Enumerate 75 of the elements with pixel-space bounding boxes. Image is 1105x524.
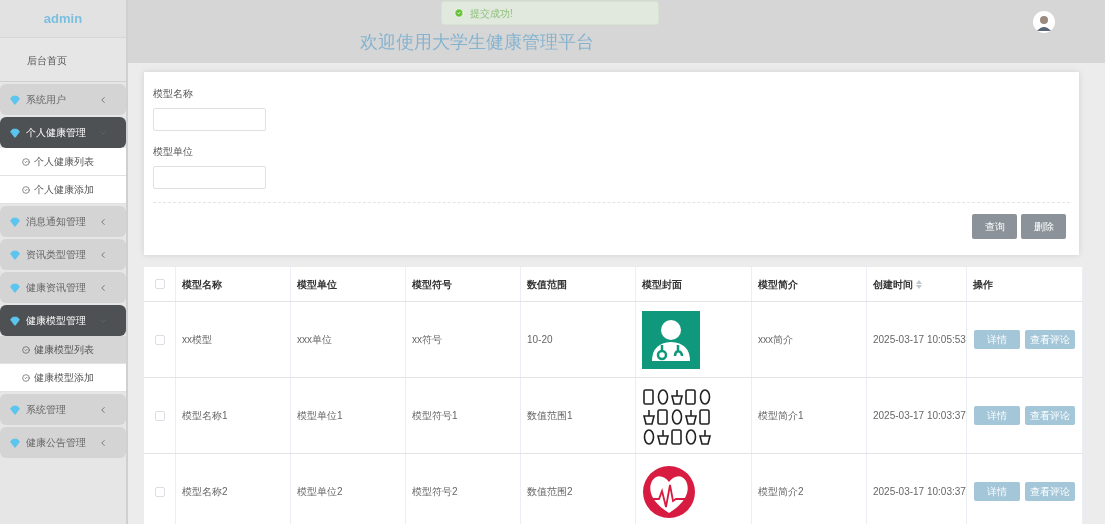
toast-message: 提交成功!: [470, 6, 513, 21]
table-cell-text: 模型单位1: [297, 409, 343, 423]
chevron-left-icon: [98, 282, 108, 293]
table-cell-text: 模型单位2: [297, 485, 343, 499]
table-cell-text: 模型符号2: [412, 485, 458, 499]
table-cell-text: 数值范围2: [527, 485, 573, 499]
menu-item[interactable]: 健康公告管理: [0, 427, 126, 458]
column-header: 模型名称: [182, 277, 222, 292]
chevron-left-icon: [98, 216, 108, 227]
table-cell-text: xx模型: [182, 333, 212, 347]
menu-item[interactable]: 个人健康管理: [0, 117, 126, 148]
success-icon: [454, 8, 464, 18]
heart-pulse-icon: [642, 464, 696, 519]
diamond-icon: [10, 282, 20, 293]
table-cell-text: 模型简介2: [758, 485, 804, 499]
diamond-icon: [10, 404, 20, 415]
table-cell-text: 2025-03-17 10:05:53: [873, 333, 966, 347]
page-title: 欢迎使用大学生健康管理平台: [360, 31, 595, 54]
diamond-icon: [10, 437, 20, 448]
table-cell-text: 模型简介1: [758, 409, 804, 423]
diamond-icon: [10, 315, 20, 326]
table-cell-text: 2025-03-17 10:03:37: [873, 409, 966, 423]
search-button[interactable]: 查询: [972, 214, 1017, 239]
sort-icon[interactable]: [916, 279, 922, 289]
chevron-left-icon: [98, 249, 108, 260]
diamond-icon: [10, 127, 20, 138]
menu-item[interactable]: 健康资讯管理: [0, 272, 126, 303]
field-label: 模型名称: [153, 87, 194, 101]
column-header: 操作: [973, 277, 993, 292]
table-cell-text: 2025-03-17 10:03:37: [873, 485, 966, 499]
chevron-left-icon: [98, 404, 108, 415]
submenu-item[interactable]: 个人健康列表: [0, 148, 126, 176]
table-cell-text: 模型名称1: [182, 409, 228, 423]
table-cell-text: xxx单位: [297, 333, 332, 347]
menu-item[interactable]: 消息通知管理: [0, 206, 126, 237]
submenu-item[interactable]: 个人健康添加: [0, 176, 126, 204]
avatar: [1033, 10, 1055, 33]
menu-item[interactable]: 系统用户: [0, 84, 126, 115]
column-header: 模型符号: [412, 277, 452, 292]
chevron-left-icon: [98, 437, 108, 448]
column-header: 数值范围: [527, 277, 567, 292]
checkbox[interactable]: [154, 279, 165, 289]
checkbox[interactable]: [154, 486, 165, 497]
submenu-item[interactable]: 健康模型列表: [0, 336, 126, 364]
column-header: 模型单位: [297, 277, 337, 292]
delete-button[interactable]: 删除: [1021, 214, 1066, 239]
menu-item[interactable]: 健康模型管理: [0, 305, 126, 336]
column-header: 创建时间: [873, 277, 913, 292]
input-field[interactable]: [153, 166, 266, 189]
chevron-left-icon: [98, 94, 108, 105]
check-circle-icon: [22, 345, 30, 354]
menu-item[interactable]: 系统管理: [0, 394, 126, 425]
field-label: 模型单位: [153, 145, 194, 159]
sidebar-item[interactable]: 后台首页: [27, 53, 67, 68]
table-cell-text: 模型名称2: [182, 485, 228, 499]
table-cell-text: xxx简介: [758, 333, 793, 347]
table-cell-text: 10-20: [527, 333, 553, 347]
check-circle-icon: [22, 373, 30, 382]
check-circle-icon: [22, 185, 30, 194]
input-field[interactable]: [153, 108, 266, 131]
brand-title: admin: [43, 9, 83, 28]
table-cell-text: xx符号: [412, 333, 442, 347]
doctor-icon: [642, 310, 700, 369]
checkbox[interactable]: [154, 334, 165, 345]
table-cell-text: 数值范围1: [527, 409, 573, 423]
diamond-icon: [10, 249, 20, 260]
column-header: 模型简介: [758, 277, 798, 292]
check-circle-icon: [22, 157, 30, 166]
menu-item[interactable]: 资讯类型管理: [0, 239, 126, 270]
table-cell-text: 模型符号1: [412, 409, 458, 423]
diamond-icon: [10, 94, 20, 105]
column-header: 模型封面: [642, 277, 682, 292]
checkbox[interactable]: [154, 410, 165, 421]
diamond-icon: [10, 216, 20, 227]
submenu-item[interactable]: 健康模型添加: [0, 364, 126, 392]
